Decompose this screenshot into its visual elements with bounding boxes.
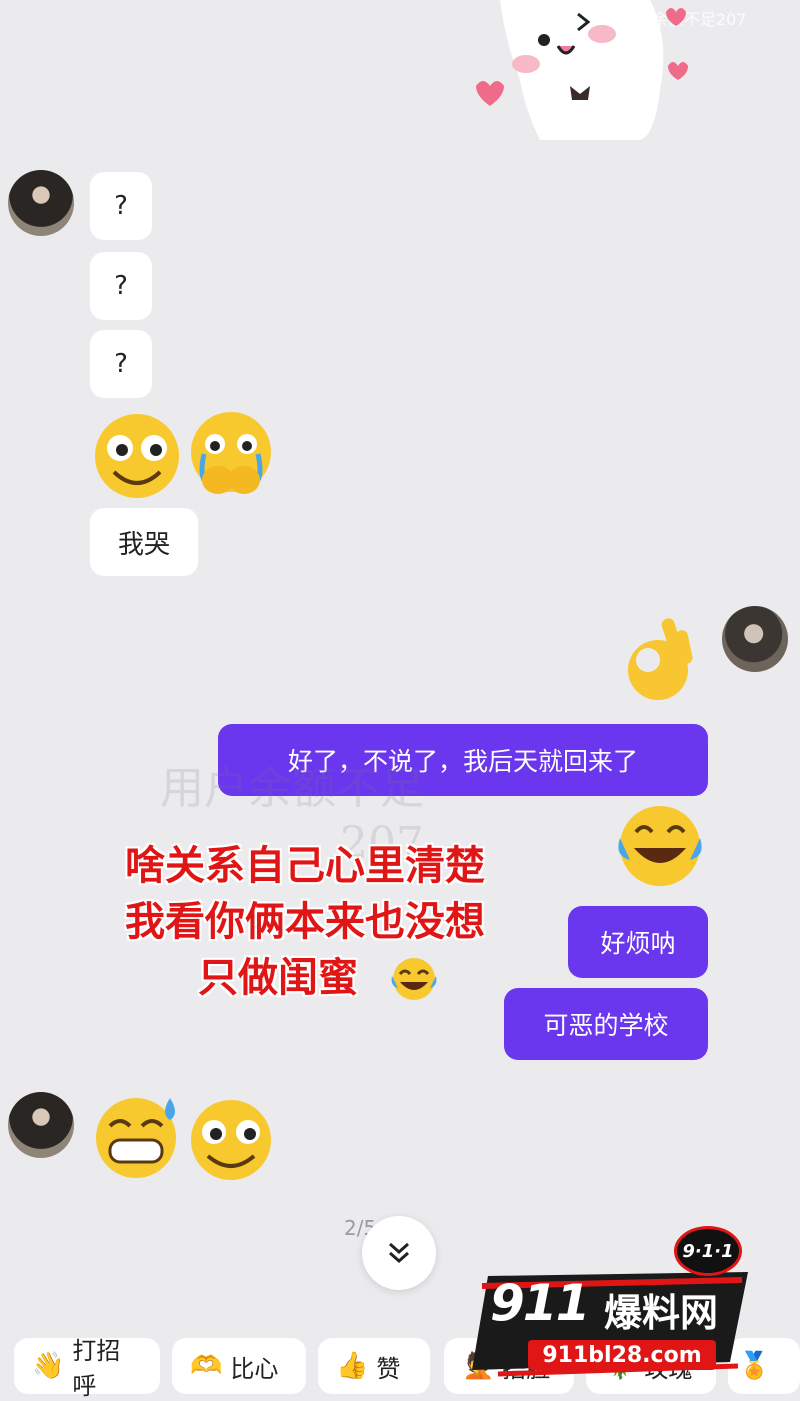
- received-message[interactable]: ?: [90, 252, 152, 320]
- grinning-sweat-emoji-icon: [96, 1098, 176, 1178]
- quick-reply-label: 打招呼: [72, 1337, 121, 1400]
- quick-reply-label: 赞: [376, 1354, 401, 1383]
- logo-url: 911bl28.com: [528, 1340, 716, 1370]
- double-chevron-down-icon: [389, 1242, 409, 1264]
- logo-title-number: 911: [490, 1274, 590, 1332]
- thumbs-up-icon: 👍: [336, 1351, 369, 1381]
- heart-hands-icon: 🫶: [190, 1351, 223, 1381]
- laughing-tears-emoji-icon: [618, 806, 702, 886]
- crying-covering-mouth-emoji-icon: [191, 412, 271, 494]
- grinning-emoji-icon: [191, 1100, 271, 1180]
- sent-message[interactable]: 好烦呐: [568, 906, 708, 978]
- quick-reply-greet[interactable]: 👋 打招呼: [14, 1337, 160, 1400]
- center-watermark: 用户余额不足: [160, 763, 424, 814]
- laughing-emoji-icon: [391, 958, 437, 1000]
- ok-hand-emoji-icon: [628, 618, 693, 700]
- caption-line-2: 我看你俩本来也没想: [125, 899, 485, 945]
- received-message[interactable]: ?: [90, 330, 152, 398]
- contact-avatar[interactable]: [8, 170, 74, 236]
- site-logo: 9·1·1 911 爆料网 911bl28.com: [468, 1222, 768, 1380]
- caption-line-1: 啥关系自己心里清楚: [125, 843, 485, 889]
- quick-reply-like[interactable]: 👍 赞: [318, 1338, 430, 1394]
- quick-reply-heart[interactable]: 🫶 比心: [172, 1338, 306, 1394]
- caption-line-3: 只做闺蜜: [198, 955, 358, 1001]
- grinning-emoji-icon: [95, 414, 179, 498]
- received-message[interactable]: ?: [90, 172, 152, 240]
- sent-message[interactable]: 可恶的学校: [504, 988, 708, 1060]
- received-message[interactable]: 我哭: [90, 508, 198, 576]
- wave-icon: 👋: [32, 1351, 65, 1381]
- logo-title-text: 爆料网: [604, 1291, 719, 1335]
- scroll-to-bottom-button[interactable]: [362, 1216, 436, 1290]
- quick-reply-label: 比心: [230, 1354, 279, 1383]
- bunny-sticker-icon: [476, 0, 688, 140]
- logo-badge: 9·1·1: [674, 1226, 742, 1276]
- contact-avatar[interactable]: [8, 1092, 74, 1158]
- my-avatar[interactable]: [722, 606, 788, 672]
